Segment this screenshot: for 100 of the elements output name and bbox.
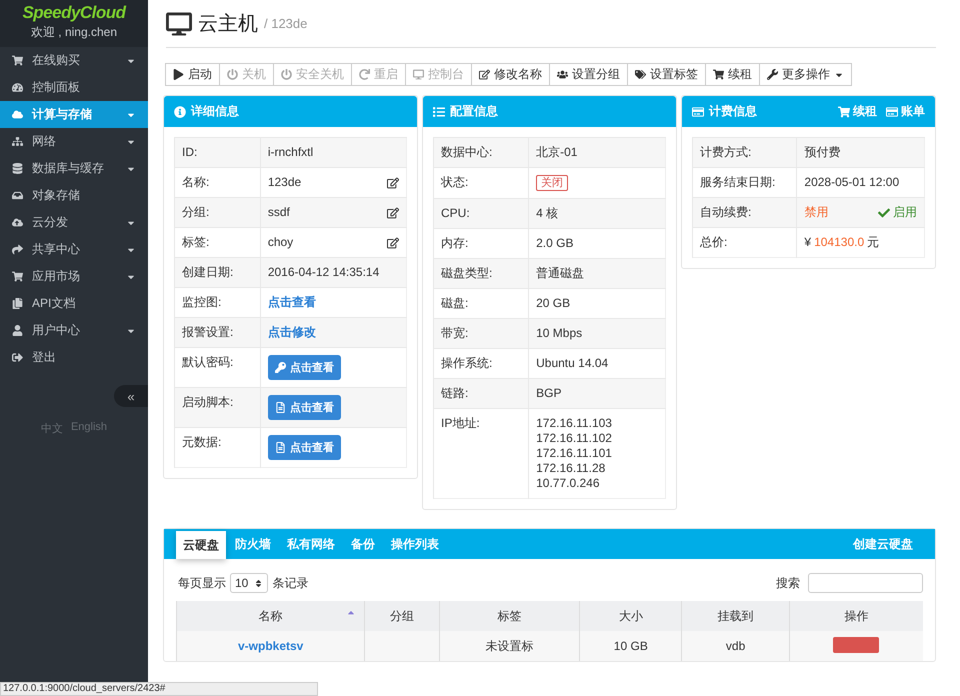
field-label: 报警设置: [182,325,234,339]
refresh-icon [359,69,370,80]
column-header[interactable]: 分组 [364,601,440,631]
sidebar-item[interactable]: API文档 [0,290,148,317]
field-value: BGP [536,386,562,400]
sidebar-item[interactable]: 共享中心 [0,236,148,263]
field-label: 总价: [700,235,728,249]
search-label: 搜索 [776,574,800,592]
field-value: 20 GB [536,296,570,310]
toolbar-button[interactable]: 设置分组 [549,63,628,86]
toolbar-button[interactable]: 修改名称 [471,63,550,86]
field-value: 10 Mbps [536,326,582,340]
sidebar-item[interactable]: 用户中心 [0,317,148,344]
field-label: 名称: [182,175,210,189]
length-label: 每页显示 [178,574,226,592]
edit-icon[interactable] [387,236,399,248]
page-size-select[interactable]: 10 [230,573,268,593]
toolbar-button[interactable]: 设置标签 [627,63,706,86]
field-label: 自动续费: [700,205,752,219]
currency-sign: ¥ [804,235,812,250]
edit-icon [479,69,490,80]
sidebar-item[interactable]: 云分发 [0,209,148,236]
sidebar-item[interactable]: 应用市场 [0,263,148,290]
database-icon [12,163,23,174]
sidebar-item[interactable]: 登出 [0,344,148,371]
wrench-icon [767,69,778,80]
tab[interactable]: 云硬盘 [176,531,226,559]
length-label: 条记录 [272,574,308,592]
cart-icon [12,55,23,66]
users-icon [557,69,568,80]
field-value: 4 核 [536,206,558,220]
file-icon [274,402,286,413]
field-value: choy [268,235,294,250]
edit-icon[interactable] [387,206,399,218]
search-field[interactable] [808,573,923,593]
field-value: 预付费 [804,145,840,159]
field-label: 计费方式: [700,145,752,159]
price-value: 104130.0 [814,235,864,250]
column-header[interactable]: 大小 [580,601,682,631]
table-cell: 10 GB [614,639,648,653]
table-cell: 未设置标 [486,638,534,652]
panel-title: 配置信息 [450,103,499,120]
share-icon [12,244,23,255]
enable-link[interactable]: 启用 [878,205,917,220]
view-button[interactable]: 点击查看 [268,355,341,380]
field-label: 监控图: [182,295,222,309]
field-value: i-rnchfxtl [268,145,314,159]
field-value: 2.0 GB [536,236,574,250]
field-label: ID: [182,145,198,159]
field-value: 普通磁盘 [536,266,584,280]
field-value: ssdf [268,205,290,220]
sidebar-item[interactable]: 控制面板 [0,74,148,101]
collapse-button[interactable]: « [114,385,148,407]
inbox-icon [12,190,23,201]
field-label: 磁盘: [441,296,468,310]
sign-out-icon [12,352,23,363]
field-value: 禁用 [804,205,828,220]
cart-icon [713,69,724,80]
welcome-text: 欢迎 , ning.chen [30,24,118,41]
panel-title: 计费信息 [709,103,758,120]
key-icon [274,362,286,373]
list-icon [433,106,445,118]
column-header[interactable]: 挂载到 [682,601,790,631]
field-label: 标签: [182,235,210,249]
view-link[interactable]: 点击修改 [268,325,316,339]
column-header[interactable]: 操作 [789,601,923,631]
cloud-upload-icon [12,217,23,228]
column-header[interactable]: 标签 [439,601,580,631]
view-link[interactable]: 点击查看 [268,295,316,309]
sidebar-item[interactable]: 数据库与缓存 [0,155,148,182]
cart-icon [838,106,850,118]
view-button[interactable]: 点击查看 [268,395,341,420]
field-value: 172.16.11.102 [536,431,612,445]
disk-link[interactable]: v-wpbketsv [238,639,304,653]
field-value: 10.77.0.246 [536,476,600,490]
field-label: 内存: [441,236,468,250]
field-label: 服务结束日期: [700,175,776,189]
sidebar-item[interactable]: 网络 [0,128,148,155]
field-label: 元数据: [182,435,222,449]
logo: SpeedyCloud [22,3,126,23]
field-label: CPU: [441,206,470,220]
monitor-icon [413,69,424,80]
toolbar-button[interactable]: 续租 [705,63,760,86]
field-label: IP地址: [441,416,480,430]
sort-arrows-icon [254,578,264,588]
column-header[interactable]: 名称 [176,601,365,631]
card-icon [692,106,704,118]
sidebar-item[interactable]: 在线购买 [0,47,148,74]
toolbar-button[interactable]: 更多操作 [759,63,852,86]
cart-icon [12,271,23,282]
sidebar-item[interactable]: 对象存储 [0,182,148,209]
monitor-icon [166,10,192,36]
view-button[interactable]: 点击查看 [268,435,341,460]
toolbar-button[interactable]: 启动 [165,63,220,86]
field-label: 操作系统: [441,356,492,370]
breadcrumb: / 123de [264,16,308,31]
edit-icon[interactable] [387,176,399,188]
field-value: 172.16.11.101 [536,446,612,460]
field-value: 北京-01 [536,145,578,159]
field-label: 默认密码: [182,355,234,369]
